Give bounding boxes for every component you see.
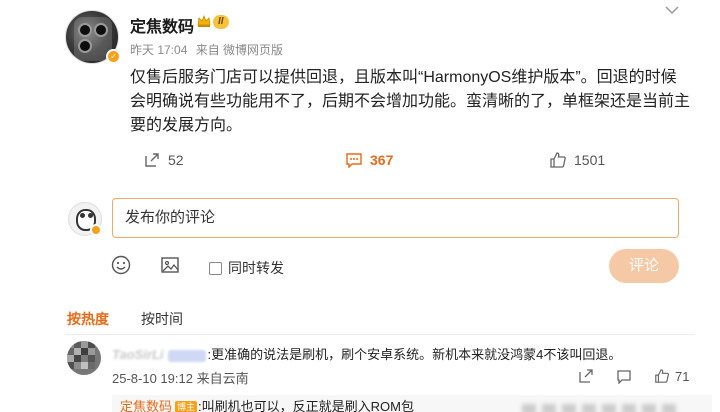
thumbs-up-icon[interactable] — [654, 368, 670, 384]
repost-button[interactable]: 52 — [143, 147, 184, 173]
comment-icon — [346, 153, 362, 168]
comment-button[interactable]: 367 — [345, 147, 393, 173]
checkbox-box[interactable] — [209, 261, 222, 275]
crown-icon — [197, 14, 211, 27]
post-meta: 昨天 17:04 来自 微博网页版 — [130, 41, 288, 58]
comment-body: TaoSirLi :更准确的说法是刷机，刷个安卓系统。新机本来就没鸿蒙4不该叫回退… — [112, 344, 621, 363]
chevron-down-icon — [665, 6, 679, 15]
repost-count: 52 — [168, 152, 184, 168]
level-badge: II — [213, 15, 229, 29]
reply-author[interactable]: 定焦数码 — [120, 399, 172, 412]
composer-toolbar: 同时转发 评论 — [0, 248, 720, 284]
comment-actions: 71 — [578, 366, 689, 386]
post-header: ✓ 定焦数码 II 昨天 17:04 来自 微博网页版 — [0, 0, 720, 66]
post-time[interactable]: 昨天 17:04 — [130, 43, 187, 57]
smiley-icon[interactable] — [111, 255, 131, 275]
like-button[interactable]: 1501 — [549, 147, 605, 173]
submit-comment-button[interactable]: 评论 — [609, 249, 679, 283]
blurred-region — [522, 401, 702, 412]
commenter-name[interactable]: TaoSirLi — [112, 347, 164, 362]
verified-badge-icon: ✓ — [106, 49, 121, 64]
comment-text: :更准确的说法是刷机，刷个安卓系统。新机本来就没鸿蒙4不该叫回退。 — [207, 347, 622, 362]
my-verified-badge-icon — [90, 224, 102, 236]
comment-meta: 25-8-10 19:12 来自云南 — [112, 371, 249, 386]
comment-reply: 定焦数码 博主:叫刷机也可以，反正就是刷入ROM包 — [112, 395, 712, 412]
commenter-avatar[interactable] — [67, 341, 101, 375]
post-source: 来自 微博网页版 — [195, 43, 284, 57]
comment-like-count: 71 — [675, 368, 690, 384]
repost-icon[interactable] — [578, 368, 594, 384]
commenter-badge — [167, 349, 206, 362]
author-name[interactable]: 定焦数码 — [130, 13, 194, 37]
reply-text: :叫刷机也可以，反正就是刷入ROM包 — [198, 399, 414, 412]
comment-sort-tabs: 按热度 按时间 — [0, 307, 720, 329]
post-actions: 52 367 1501 — [0, 147, 720, 173]
more-options-button[interactable] — [662, 2, 682, 22]
repost-icon — [145, 153, 159, 167]
reply-body: 定焦数码 博主:叫刷机也可以，反正就是刷入ROM包 — [120, 396, 414, 412]
author-avatar[interactable]: ✓ — [65, 10, 121, 66]
like-count: 1501 — [574, 152, 606, 168]
blogger-badge: 博主 — [175, 401, 198, 412]
comment-input[interactable]: 发布你的评论 — [112, 198, 679, 238]
divider — [65, 334, 695, 335]
comment-icon[interactable] — [616, 369, 632, 384]
thumbs-up-icon — [550, 152, 566, 168]
comment-count: 367 — [370, 152, 394, 168]
post-content: 仅售后服务门店可以提供回退，且版本叫“HarmonyOS维护版本”。回退的时候会… — [130, 69, 691, 134]
image-icon[interactable] — [160, 255, 180, 275]
repost-checkbox[interactable]: 同时转发 — [209, 258, 284, 278]
tab-sort-hot[interactable]: 按热度 — [67, 309, 109, 329]
repost-checkbox-label: 同时转发 — [228, 260, 284, 276]
comment-composer: 发布你的评论 — [0, 198, 720, 244]
tab-sort-time[interactable]: 按时间 — [141, 309, 183, 329]
